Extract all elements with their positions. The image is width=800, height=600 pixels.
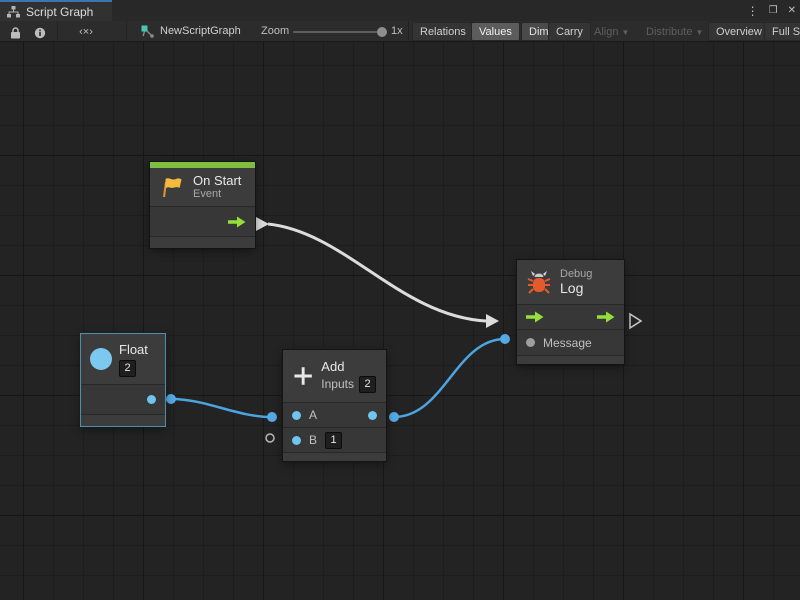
float-literal-icon: [90, 348, 112, 370]
flow-wire-start-arrow: [256, 217, 269, 231]
node-footer: [81, 414, 165, 426]
zoom-value: 1x: [391, 22, 403, 41]
values-toggle[interactable]: Values: [471, 22, 520, 41]
maximize-icon[interactable]: ❒: [769, 5, 778, 16]
lock-button[interactable]: [3, 22, 27, 41]
lock-icon: [10, 27, 21, 39]
wire-endpoint: [389, 412, 399, 422]
toolbar-separator: [57, 21, 58, 42]
node-title: On Start: [193, 173, 241, 188]
float-output-port[interactable]: [147, 395, 156, 404]
node-title: Float: [119, 342, 148, 357]
inputs-count-input[interactable]: 2: [359, 376, 376, 393]
b-value-input[interactable]: 1: [325, 432, 342, 449]
flag-icon: [160, 175, 184, 199]
wire-endpoint: [267, 412, 277, 422]
overview-button[interactable]: Overview: [708, 22, 770, 41]
align-dropdown[interactable]: Align▼: [586, 22, 637, 41]
graph-asset-icon: [140, 25, 154, 38]
chevron-down-icon: ▼: [695, 28, 703, 37]
code-view-button[interactable]: ‹×›: [70, 22, 102, 41]
flow-wire-end-arrow: [486, 314, 499, 328]
node-title: Add: [321, 359, 376, 374]
flow-output-port[interactable]: [597, 311, 615, 323]
add-input-a-port[interactable]: [292, 411, 301, 420]
inputs-label: Inputs: [321, 378, 354, 391]
node-subtitle: Event: [193, 188, 241, 201]
zoom-slider-knob[interactable]: [377, 27, 387, 37]
node-footer: [283, 452, 386, 461]
align-label: Align: [594, 26, 618, 38]
chevron-down-icon: ▼: [621, 28, 629, 37]
carry-toggle[interactable]: Carry: [548, 22, 591, 41]
plus-icon: [293, 362, 313, 390]
port-label-message: Message: [543, 336, 592, 350]
node-title: Log: [560, 281, 592, 296]
script-graph-icon: [7, 6, 20, 18]
fullscreen-button[interactable]: Full Screen: [764, 22, 800, 41]
graph-canvas[interactable]: On Start Event: [0, 42, 800, 600]
graph-name-label: NewScriptGraph: [160, 22, 241, 41]
wire-endpoint: [500, 334, 510, 344]
flow-continue-indicator[interactable]: [630, 314, 641, 328]
info-icon: [34, 27, 46, 39]
flow-input-port[interactable]: [526, 311, 544, 323]
zoom-label: Zoom: [261, 22, 289, 41]
unconnected-port-indicator[interactable]: [266, 434, 274, 442]
graph-name-button[interactable]: NewScriptGraph: [132, 22, 249, 41]
port-label-a: A: [309, 408, 317, 422]
node-footer: [150, 236, 255, 248]
float-value-input[interactable]: 2: [119, 360, 136, 377]
port-label-b: B: [309, 433, 317, 447]
add-input-b-port[interactable]: [292, 436, 301, 445]
toolbar-separator: [408, 21, 409, 42]
toolbar-separator: [126, 21, 127, 42]
node-add[interactable]: Add Inputs 2 A B 1: [283, 350, 386, 461]
tab-script-graph[interactable]: Script Graph: [0, 0, 112, 21]
menu-icon[interactable]: ⋮: [747, 4, 759, 18]
distribute-dropdown[interactable]: Distribute▼: [638, 22, 711, 41]
relations-toggle[interactable]: Relations: [412, 22, 474, 41]
bug-icon: [527, 270, 551, 295]
distribute-label: Distribute: [646, 26, 692, 38]
wire-endpoint: [166, 394, 176, 404]
connection-onstart-to-log[interactable]: [268, 224, 486, 321]
flow-output-port[interactable]: [228, 216, 246, 228]
message-input-port[interactable]: [526, 338, 535, 347]
close-icon[interactable]: ✕: [788, 5, 796, 16]
node-debug-log[interactable]: Debug Log Message: [517, 260, 624, 364]
node-on-start[interactable]: On Start Event: [150, 162, 255, 248]
node-float[interactable]: Float 2: [81, 334, 165, 426]
info-button[interactable]: [28, 22, 52, 41]
zoom-slider[interactable]: [293, 31, 385, 33]
connections-layer: [0, 42, 800, 600]
connection-float-to-add-a[interactable]: [171, 399, 272, 417]
node-footer: [517, 355, 624, 364]
graph-toolbar: ‹×› NewScriptGraph Zoom 1x Relations Val…: [0, 21, 800, 42]
window-controls: ⋮ ❒ ✕: [747, 0, 796, 21]
tab-bar: Script Graph ⋮ ❒ ✕: [0, 0, 800, 21]
add-output-port[interactable]: [368, 411, 377, 420]
connection-add-to-log-message[interactable]: [394, 339, 505, 417]
tab-title: Script Graph: [26, 5, 93, 19]
